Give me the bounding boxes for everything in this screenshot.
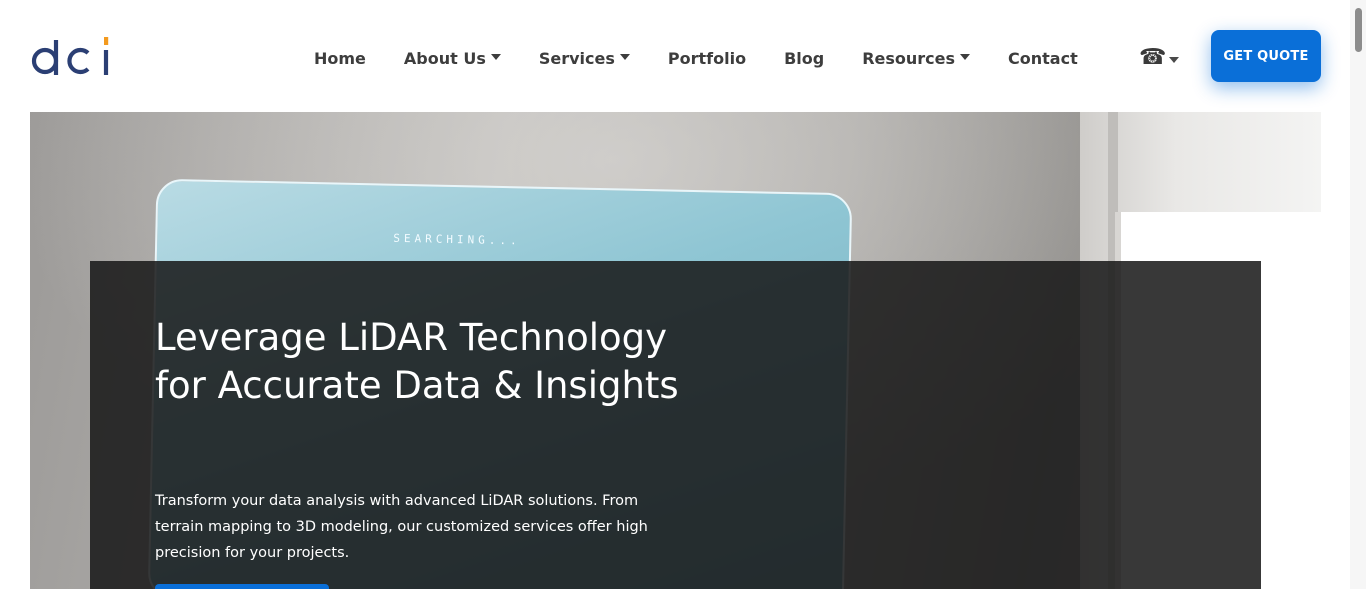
nav-contact[interactable]: Contact [1008, 49, 1078, 68]
hero-cta-button[interactable] [155, 584, 329, 589]
nav-resources-label: Resources [862, 48, 956, 68]
nav-portfolio-label: Portfolio [667, 48, 747, 68]
hero-description: Transform your data analysis with advanc… [155, 493, 648, 561]
caret-down-icon [490, 54, 501, 60]
nav-contact-label: Contact [1008, 48, 1078, 68]
caret-down-icon [960, 54, 971, 60]
page-scrollbar[interactable] [1350, 0, 1366, 589]
nav-services[interactable]: Services [539, 49, 630, 68]
logo-mark [31, 37, 109, 75]
hero-section: SEARCHING... Leverage LiDAR Technology f… [30, 112, 1321, 589]
nav-services-label: Services [538, 48, 615, 68]
phone-dropdown[interactable]: ☎ [1139, 45, 1181, 71]
scrollbar-thumb[interactable] [1355, 8, 1362, 52]
nav-resources[interactable]: Resources [862, 48, 971, 68]
caret-down-icon [1169, 57, 1180, 63]
nav-about-us[interactable]: About Us [404, 49, 501, 68]
screen-searching-text: SEARCHING... [393, 231, 521, 248]
nav-portfolio[interactable]: Portfolio [668, 49, 746, 68]
nav-blog-label: Blog [784, 48, 825, 68]
caret-down-icon [619, 54, 630, 60]
site-header: Home About Us Services Portfolio Blog Re… [0, 0, 1366, 112]
phone-icon: ☎ [1139, 45, 1167, 70]
nav-blog[interactable]: Blog [784, 49, 824, 68]
hero-title: Leverage LiDAR Technology for Accurate D… [155, 316, 679, 407]
get-quote-button[interactable]: GET QUOTE [1211, 30, 1321, 82]
nav-about-us-label: About Us [403, 48, 486, 68]
nav-home-label: Home [314, 48, 366, 68]
main-nav: Home About Us Services Portfolio Blog Re… [314, 46, 1078, 70]
dci-logo[interactable] [30, 30, 114, 82]
nav-home[interactable]: Home [314, 49, 366, 68]
